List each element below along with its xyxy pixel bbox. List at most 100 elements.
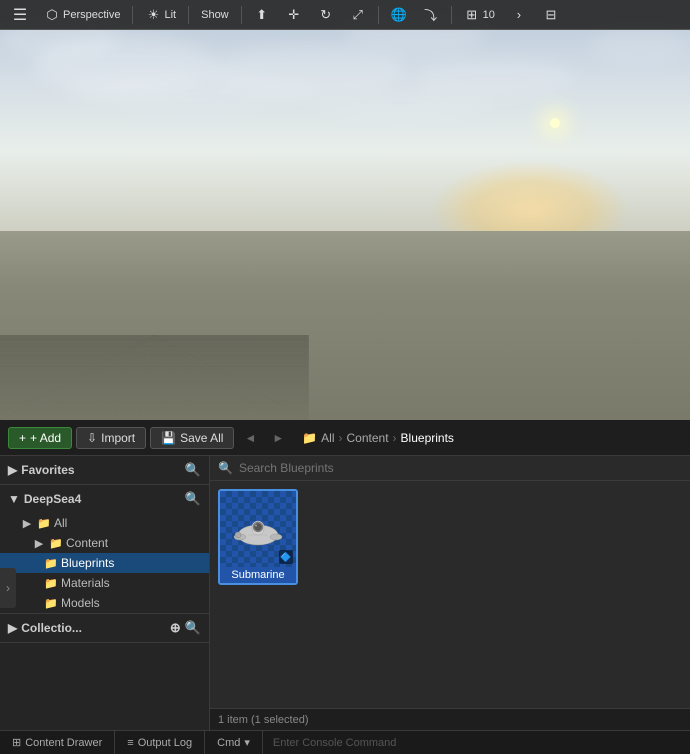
add-button[interactable]: + + Add (8, 427, 72, 449)
save-icon: 💾 (161, 431, 176, 445)
output-log-label: Output Log (138, 737, 192, 749)
collections-header[interactable]: ▶ Collectio... ⊕ 🔍 (0, 614, 209, 642)
chevron-right-icon: › (511, 7, 527, 23)
chevron-right-icon: ▶ (20, 516, 34, 530)
viewport[interactable]: ☰ ⬡ Perspective ☀ Lit Show ⬆ ✛ ↻ ⤢ (0, 0, 690, 420)
tree-all-label: All (54, 516, 67, 530)
scale-tool-button[interactable]: ⤢ (344, 5, 372, 25)
move-tool-button[interactable]: ✛ (280, 5, 308, 25)
favorites-header[interactable]: ▶ Favorites 🔍 (0, 456, 209, 484)
maximize-button[interactable]: ⊟ (537, 5, 565, 25)
separator (451, 6, 452, 24)
show-label: Show (201, 9, 229, 21)
arrow-right-icon: › (6, 581, 10, 595)
save-all-label: Save All (180, 431, 223, 445)
grid-count: 10 (483, 9, 495, 21)
globe-icon: 🌐 (391, 7, 407, 23)
nav-back-button[interactable]: ◄ (238, 428, 262, 448)
folder-materials-icon: 📁 (44, 576, 58, 590)
asset-grid: 🔷 Submarine (210, 481, 690, 708)
left-panel-toggle[interactable]: › (0, 568, 16, 608)
show-button[interactable]: Show (195, 7, 235, 23)
favorites-section: ▶ Favorites 🔍 (0, 456, 209, 485)
console-command-area: Enter Console Command (263, 737, 690, 749)
tree-blueprints-label: Blueprints (61, 556, 114, 570)
chevron-right-icon: ▶ (8, 621, 17, 635)
collections-actions: ⊕ 🔍 (170, 620, 201, 636)
favorites-label: Favorites (21, 463, 74, 477)
search-collections-icon[interactable]: 🔍 (185, 620, 201, 636)
chevron-down-icon: ▾ (244, 736, 250, 749)
log-icon: ≡ (127, 737, 133, 749)
hamburger-button[interactable]: ☰ (6, 5, 34, 25)
separator (378, 6, 379, 24)
hamburger-icon: ☰ (12, 7, 28, 23)
breadcrumb-content[interactable]: Content (347, 431, 389, 445)
viewport-ground (0, 231, 690, 420)
asset-status-bar: 1 item (1 selected) (210, 708, 690, 730)
tree-item-blueprints[interactable]: 📁 Blueprints (0, 553, 209, 573)
breadcrumb-all[interactable]: All (321, 431, 334, 445)
bottom-bar: ⊞ Content Drawer ≡ Output Log Cmd ▾ Ente… (0, 730, 690, 754)
breadcrumb-blueprints[interactable]: Blueprints (401, 431, 454, 445)
tree-content-label: Content (66, 536, 108, 550)
grid-button[interactable]: ⊞ 10 (458, 5, 501, 25)
import-icon: ⇩ (87, 431, 97, 445)
back-icon: ◄ (244, 431, 256, 445)
deepsea4-header-left: ▼ DeepSea4 (8, 492, 81, 506)
select-tool-button[interactable]: ⬆ (248, 5, 276, 25)
tree-item-materials[interactable]: 📁 Materials (0, 573, 209, 593)
separator (188, 6, 189, 24)
scale-icon: ⤢ (350, 7, 366, 23)
lit-label: Lit (164, 9, 176, 21)
collections-label: Collectio... (21, 621, 82, 635)
breadcrumb: 📁 All › Content › Blueprints (302, 431, 454, 445)
add-collection-icon[interactable]: ⊕ (170, 620, 181, 636)
search-input[interactable] (239, 461, 682, 475)
import-label: Import (101, 431, 135, 445)
more-button[interactable]: › (505, 5, 533, 25)
favorites-header-left: ▶ Favorites (8, 463, 75, 477)
drawer-icon: ⊞ (12, 736, 21, 749)
tree-item-models[interactable]: 📁 Models (0, 593, 209, 613)
world-button[interactable]: 🌐 (385, 5, 413, 25)
console-placeholder: Enter Console Command (273, 737, 397, 749)
breadcrumb-sep1: › (339, 431, 343, 445)
nav-forward-button[interactable]: ► (266, 428, 290, 448)
search-icon[interactable]: 🔍 (185, 462, 201, 478)
deepsea4-header[interactable]: ▼ DeepSea4 🔍 (0, 485, 209, 513)
lit-button[interactable]: ☀ Lit (139, 5, 182, 25)
submarine-preview (228, 499, 288, 559)
chevron-down-icon: ▼ (8, 492, 20, 506)
tree-item-content[interactable]: ▶ 📁 Content (0, 533, 209, 553)
search-icon-deepsea[interactable]: 🔍 (185, 491, 201, 507)
tree-item-all[interactable]: ▶ 📁 All (0, 513, 209, 533)
forward-icon: ► (272, 431, 284, 445)
content-drawer-tab[interactable]: ⊞ Content Drawer (0, 731, 115, 754)
asset-thumb-submarine[interactable]: 🔷 Submarine (218, 489, 298, 585)
cursor-icon: ⬆ (254, 7, 270, 23)
folder-content-icon: 📁 (49, 536, 63, 550)
content-drawer-toolbar: + + Add ⇩ Import 💾 Save All ◄ ► 📁 All › … (0, 420, 690, 456)
folder-blueprints-icon: 📁 (44, 556, 58, 570)
move-icon: ✛ (286, 7, 302, 23)
chevron-right-icon: ▶ (32, 536, 46, 550)
save-all-button[interactable]: 💾 Save All (150, 427, 234, 449)
output-log-tab[interactable]: ≡ Output Log (115, 731, 205, 754)
snap-button[interactable]: ⤵ (417, 5, 445, 25)
plus-icon: + (19, 431, 26, 445)
perspective-label: Perspective (63, 9, 120, 21)
sidebar: ▶ Favorites 🔍 ▼ DeepSea4 🔍 ▶ (0, 456, 210, 730)
collections-section: ▶ Collectio... ⊕ 🔍 (0, 614, 209, 643)
folder-models-icon: 📁 (44, 596, 58, 610)
perspective-button[interactable]: ⬡ Perspective (38, 5, 126, 25)
import-button[interactable]: ⇩ Import (76, 427, 146, 449)
content-drawer: + + Add ⇩ Import 💾 Save All ◄ ► 📁 All › … (0, 420, 690, 730)
rotate-tool-button[interactable]: ↻ (312, 5, 340, 25)
folder-icon: 📁 (302, 431, 317, 445)
separator (132, 6, 133, 24)
cmd-tab[interactable]: Cmd ▾ (205, 731, 263, 754)
deepsea4-label: DeepSea4 (24, 492, 81, 506)
breadcrumb-sep2: › (393, 431, 397, 445)
search-icon: 🔍 (218, 461, 233, 475)
